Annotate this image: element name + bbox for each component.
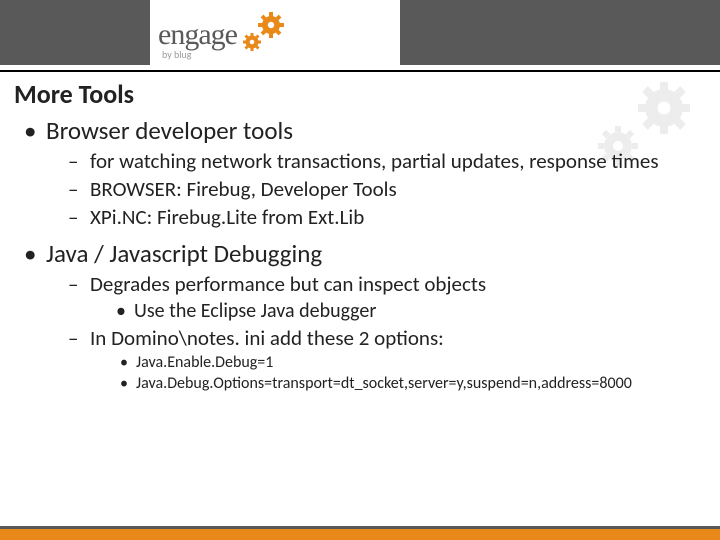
list-item: Use the Eclipse Java debugger [112,299,700,323]
content-area: Browser developer tools for watching net… [22,115,700,401]
list-item: Degrades performance but can inspect obj… [66,271,700,323]
slide-title: More Tools [14,78,134,110]
bullet-text: Degrades performance but can inspect obj… [90,271,486,297]
bullet-text: BROWSER: Firebug, Developer Tools [90,176,397,202]
bullet-list-level2: Degrades performance but can inspect obj… [66,271,700,393]
list-item: Browser developer tools for watching net… [22,115,700,230]
bullet-text: XPi.NC: Firebug.Lite from Ext.Lib [90,204,364,230]
list-item: BROWSER: Firebug, Developer Tools [66,176,700,202]
logo-byline: by blug [162,48,192,61]
bullet-text: for watching network transactions, parti… [90,148,659,174]
list-item: for watching network transactions, parti… [66,148,700,174]
list-item: Java.Enable.Debug=1 [116,353,700,372]
bullet-list-level2: for watching network transactions, parti… [66,148,700,230]
bullet-text: Java / Javascript Debugging [46,238,322,269]
list-item: In Domino\notes. ini add these 2 options… [66,325,700,393]
header-band: engage [0,0,720,65]
list-item: Java / Javascript Debugging Degrades per… [22,238,700,393]
title-divider [0,70,720,72]
bullet-text: Browser developer tools [46,115,293,146]
logo-gears-icon [239,9,293,60]
header-dark-right [400,0,720,65]
bullet-text: Use the Eclipse Java debugger [134,299,376,323]
bullet-list-level4: Java.Enable.Debug=1 Java.Debug.Options=t… [116,353,700,393]
header-dark-left [0,0,150,65]
bullet-text: Java.Debug.Options=transport=dt_socket,s… [136,374,632,393]
logo-text: engage [158,18,237,52]
bullet-list-level3: Use the Eclipse Java debugger [112,299,700,323]
list-item: XPi.NC: Firebug.Lite from Ext.Lib [66,204,700,230]
bullet-list-level1: Browser developer tools for watching net… [22,115,700,393]
bullet-text: Java.Enable.Debug=1 [136,353,273,372]
footer-bar [0,526,720,540]
list-item: Java.Debug.Options=transport=dt_socket,s… [116,374,700,393]
bullet-text: In Domino\notes. ini add these 2 options… [90,325,444,351]
slide: engage [0,0,720,540]
